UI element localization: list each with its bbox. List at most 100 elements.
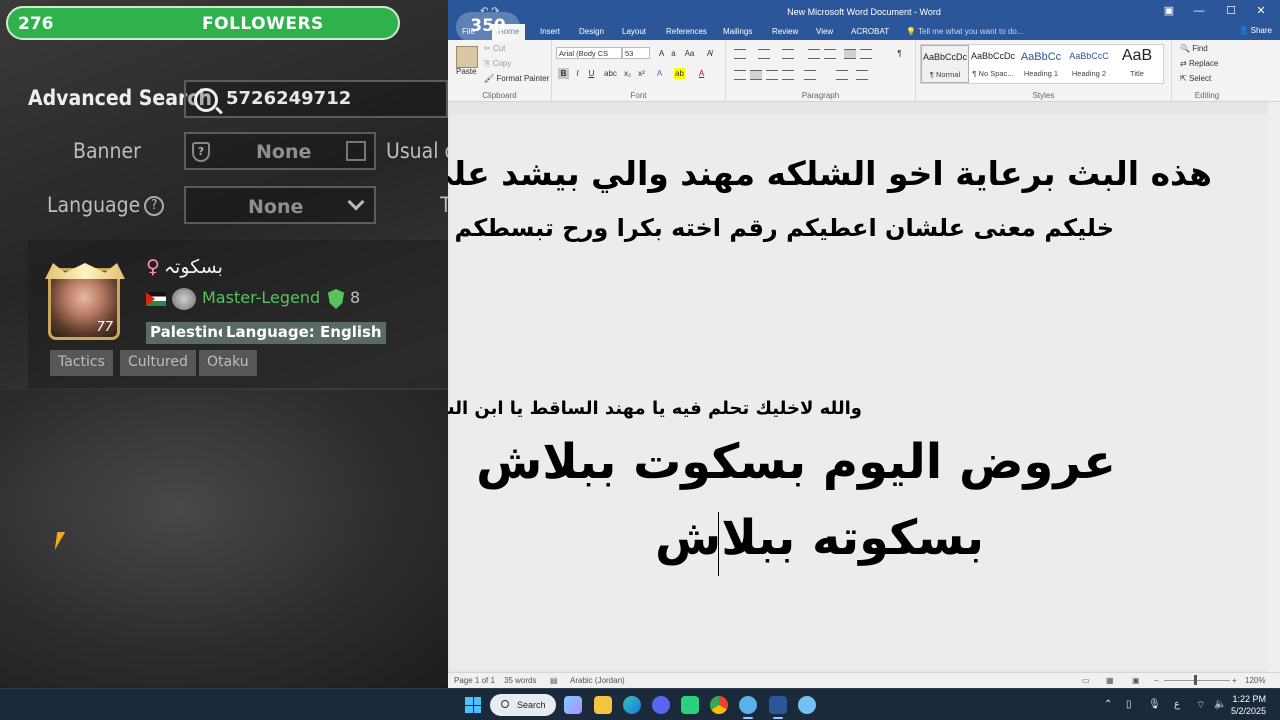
rtl-direction-icon[interactable]: [844, 49, 856, 59]
microphone-icon[interactable]: 🎙: [1148, 699, 1161, 710]
bullets-icon[interactable]: [734, 49, 746, 59]
game-app-icon[interactable]: [681, 696, 699, 714]
bold-button[interactable]: B: [558, 68, 569, 79]
doc-line-4: عروض اليوم بسكوت ببلاش: [476, 434, 1116, 490]
page-count[interactable]: Page 1 of 1: [454, 676, 495, 685]
show-marks-icon[interactable]: ¶: [894, 48, 905, 59]
maximize-button[interactable]: ☐: [1224, 4, 1238, 18]
italic-button[interactable]: I: [572, 68, 583, 79]
line-spacing-icon[interactable]: [804, 70, 816, 80]
word-icon[interactable]: [769, 696, 787, 719]
app-icon[interactable]: [739, 696, 757, 719]
zoom-slider-thumb[interactable]: [1194, 675, 1197, 685]
share-button[interactable]: 👤 Share: [1238, 26, 1272, 35]
grow-font-icon[interactable]: A: [656, 48, 667, 59]
style-heading-2[interactable]: AaBbCcC Heading 2: [1065, 45, 1113, 83]
zoom-level[interactable]: 120%: [1245, 676, 1265, 685]
tab-design[interactable]: Design: [579, 27, 604, 36]
zoom-in-button[interactable]: +: [1232, 676, 1237, 685]
copy-button[interactable]: ⎘ Copy: [484, 59, 511, 69]
volume-icon[interactable]: 🔈: [1214, 699, 1226, 710]
clock[interactable]: 1:22 PM 5/2/2025: [1231, 693, 1266, 717]
ltr-direction-icon[interactable]: [860, 49, 872, 59]
highlight-color-icon[interactable]: ab: [674, 68, 685, 79]
battery-icon[interactable]: ▯: [1126, 699, 1132, 710]
print-layout-icon[interactable]: ▦: [1106, 676, 1114, 685]
language-status[interactable]: Arabic (Jordan): [570, 676, 625, 685]
format-painter-button[interactable]: 🖌 Format Painter: [484, 74, 549, 83]
tab-acrobat[interactable]: ACROBAT: [851, 27, 889, 36]
show-hidden-icons[interactable]: ⌃: [1104, 699, 1112, 710]
discord-icon[interactable]: [652, 696, 670, 714]
web-layout-icon[interactable]: ▣: [1132, 676, 1140, 685]
taskbar-search[interactable]: Search: [490, 694, 556, 716]
tab-mailings[interactable]: Mailings: [723, 27, 752, 36]
zoom-slider[interactable]: [1164, 680, 1230, 681]
justify-icon[interactable]: [782, 70, 794, 80]
strikethrough-button[interactable]: abc: [604, 68, 617, 79]
borders-icon[interactable]: [856, 70, 868, 80]
input-language[interactable]: ع: [1174, 699, 1180, 710]
multilevel-list-icon[interactable]: [782, 49, 794, 59]
file-explorer-icon[interactable]: [594, 696, 612, 714]
search-icon: [194, 88, 218, 112]
find-button[interactable]: 🔍 Find: [1180, 44, 1208, 53]
ribbon-display-icon[interactable]: ▣: [1162, 4, 1176, 18]
tab-insert[interactable]: Insert: [540, 27, 560, 36]
font-name-select[interactable]: Arial (Body CS: [556, 47, 622, 59]
proofing-icon[interactable]: ▤: [550, 676, 558, 685]
align-center-icon[interactable]: [750, 70, 762, 80]
paste-icon[interactable]: [456, 46, 478, 68]
superscript-button[interactable]: x²: [636, 68, 647, 79]
help-icon[interactable]: ?: [144, 196, 165, 216]
paste-button[interactable]: Paste: [456, 67, 476, 76]
select-button[interactable]: ⇱ Select: [1180, 74, 1211, 83]
tab-view[interactable]: View: [816, 27, 833, 36]
app-icon[interactable]: [798, 696, 816, 714]
vertical-scrollbar[interactable]: [1268, 102, 1280, 672]
style-no-spacing[interactable]: AaBbCcDc ¶ No Spac...: [969, 45, 1017, 83]
chrome-icon[interactable]: [710, 696, 728, 714]
copilot-icon[interactable]: [564, 696, 582, 714]
styles-gallery[interactable]: AaBbCcDc ¶ Normal AaBbCcDc ¶ No Spac... …: [920, 44, 1164, 84]
clear-formatting-icon[interactable]: A̸: [704, 48, 715, 59]
subscript-button[interactable]: x₂: [622, 68, 633, 79]
style-heading-1[interactable]: AaBbCc Heading 1: [1017, 45, 1065, 83]
avatar[interactable]: 77: [48, 268, 120, 340]
document-area[interactable]: هذه البث برعاية اخو الشلكه مهند والي بيش…: [448, 102, 1280, 672]
close-button[interactable]: ✕: [1254, 4, 1268, 18]
style-title[interactable]: AaB Title: [1113, 45, 1161, 83]
tab-layout[interactable]: Layout: [622, 27, 646, 36]
change-case-icon[interactable]: Aa: [684, 48, 695, 59]
cut-button[interactable]: ✂ Cut: [484, 44, 505, 53]
underline-button[interactable]: U: [586, 68, 597, 79]
font-group-title: Font: [630, 91, 647, 100]
align-left-icon[interactable]: [734, 70, 746, 80]
player-card[interactable]: 77 ♀ بسكوتہ Master-Legend 8 Palestine Lan…: [28, 240, 448, 388]
text-effects-icon[interactable]: A: [654, 68, 665, 79]
tab-review[interactable]: Review: [772, 27, 798, 36]
document-page[interactable]: هذه البث برعاية اخو الشلكه مهند والي بيش…: [448, 114, 1268, 670]
tell-me-input[interactable]: 💡 Tell me what you want to do...: [906, 27, 1023, 36]
banner-select[interactable]: ? None: [184, 132, 376, 170]
read-mode-icon[interactable]: ▭: [1082, 676, 1090, 685]
tab-references[interactable]: References: [666, 27, 707, 36]
edge-icon[interactable]: [623, 696, 641, 714]
shading-icon[interactable]: [836, 70, 848, 80]
style-normal[interactable]: AaBbCcDc ¶ Normal: [921, 45, 969, 83]
language-select[interactable]: None: [184, 186, 376, 224]
zoom-out-button[interactable]: −: [1154, 676, 1159, 685]
minimize-button[interactable]: —: [1192, 4, 1206, 18]
increase-indent-icon[interactable]: [824, 49, 836, 59]
word-count[interactable]: 35 words: [504, 676, 536, 685]
replace-button[interactable]: ⇄ Replace: [1180, 59, 1218, 68]
wifi-icon[interactable]: ⌔: [1196, 699, 1205, 712]
player-search-input[interactable]: 5726249712: [184, 80, 448, 118]
shrink-font-icon[interactable]: a: [668, 48, 679, 59]
decrease-indent-icon[interactable]: [808, 49, 820, 59]
start-button[interactable]: [465, 697, 481, 713]
align-right-icon[interactable]: [766, 70, 778, 80]
numbering-icon[interactable]: [758, 49, 770, 59]
font-color-icon[interactable]: A: [696, 68, 707, 79]
font-size-select[interactable]: 53: [622, 47, 650, 59]
